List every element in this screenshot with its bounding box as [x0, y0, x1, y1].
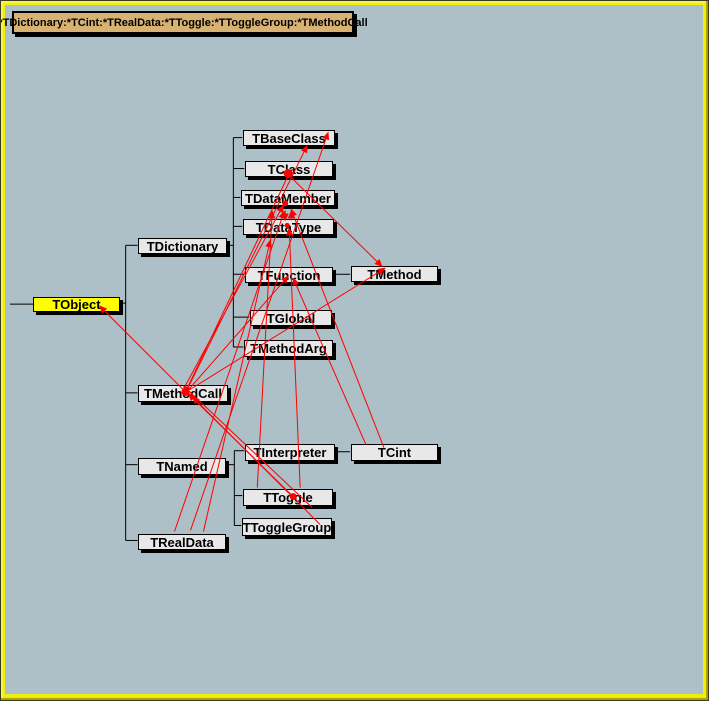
class-box-tdatamember[interactable]: TDataMember: [241, 190, 335, 206]
class-box-tdictionary[interactable]: TDictionary: [138, 238, 227, 254]
class-tree-canvas: *TDictionary:*TCint:*TRealData:*TToggle:…: [5, 5, 703, 694]
class-box-tinterpreter[interactable]: TInterpreter: [245, 444, 335, 461]
class-box-tbaseclass[interactable]: TBaseClass: [243, 130, 335, 146]
class-box-tobject[interactable]: TObject: [33, 297, 120, 312]
class-box-tfunction[interactable]: TFunction: [245, 267, 333, 283]
class-box-trealdata[interactable]: TRealData: [138, 534, 226, 550]
class-box-tdatatype[interactable]: TDataType: [243, 219, 334, 235]
class-box-tnamed[interactable]: TNamed: [138, 458, 226, 475]
class-box-ttoggle[interactable]: TToggle: [243, 489, 333, 506]
root-canvas-frame: *TDictionary:*TCint:*TRealData:*TToggle:…: [0, 0, 709, 701]
nodes-layer: TObject TDictionary TMethodCall TNamed TReal…: [5, 5, 703, 694]
class-box-tglobal[interactable]: TGlobal: [250, 310, 332, 326]
class-box-tcint[interactable]: TCint: [351, 444, 438, 461]
class-box-tmethod[interactable]: TMethod: [351, 266, 438, 282]
selected-classes-label: *TDictionary:*TCint:*TRealData:*TToggle:…: [12, 11, 354, 34]
class-box-tmethodcall[interactable]: TMethodCall: [138, 385, 228, 402]
class-box-tclass[interactable]: TClass: [245, 161, 333, 177]
class-box-tmethodarg[interactable]: TMethodArg: [244, 340, 333, 357]
class-box-ttogglegroup[interactable]: TToggleGroup: [242, 518, 332, 536]
